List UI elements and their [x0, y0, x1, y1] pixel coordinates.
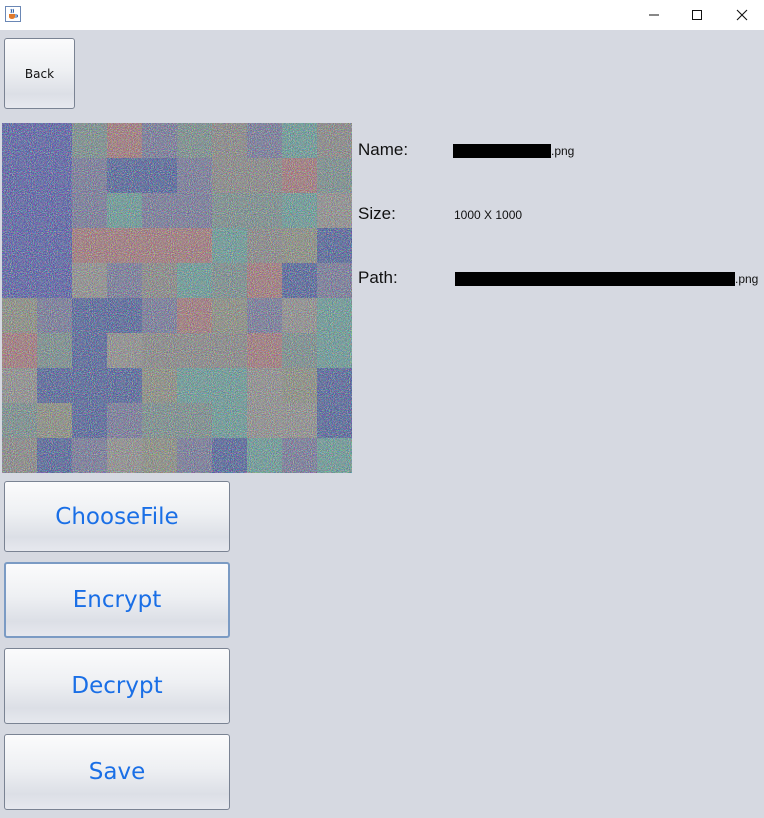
encrypt-label: Encrypt [72, 587, 162, 613]
redacted-path [455, 272, 735, 286]
maximize-button[interactable] [674, 0, 720, 30]
size-label: Size: [358, 204, 396, 223]
title-bar [0, 0, 764, 30]
image-preview [2, 123, 352, 473]
java-cup-icon [5, 6, 21, 22]
choose-file-button[interactable]: ChooseFile [4, 481, 230, 552]
name-value: .png [453, 144, 574, 158]
name-label: Name: [358, 140, 409, 159]
decrypt-button[interactable]: Decrypt [4, 648, 230, 724]
close-button[interactable] [719, 0, 764, 30]
minimize-button[interactable] [631, 0, 677, 30]
save-label: Save [88, 759, 146, 785]
size-value: 1000 X 1000 [454, 208, 523, 222]
decrypt-label: Decrypt [71, 673, 163, 699]
save-button[interactable]: Save [4, 734, 230, 810]
redacted-filename [453, 144, 551, 158]
path-label: Path: [358, 268, 398, 287]
choose-file-label: ChooseFile [55, 503, 179, 530]
close-icon [736, 9, 748, 21]
encrypt-button[interactable]: Encrypt [4, 562, 230, 638]
name-suffix: .png [551, 144, 575, 158]
encrypted-image [2, 123, 352, 473]
path-value: .png [455, 272, 758, 286]
back-button[interactable]: Back [4, 38, 75, 109]
path-suffix: .png [735, 272, 759, 286]
minimize-icon [649, 14, 659, 16]
back-button-label: Back [24, 66, 55, 81]
maximize-icon [692, 10, 702, 20]
